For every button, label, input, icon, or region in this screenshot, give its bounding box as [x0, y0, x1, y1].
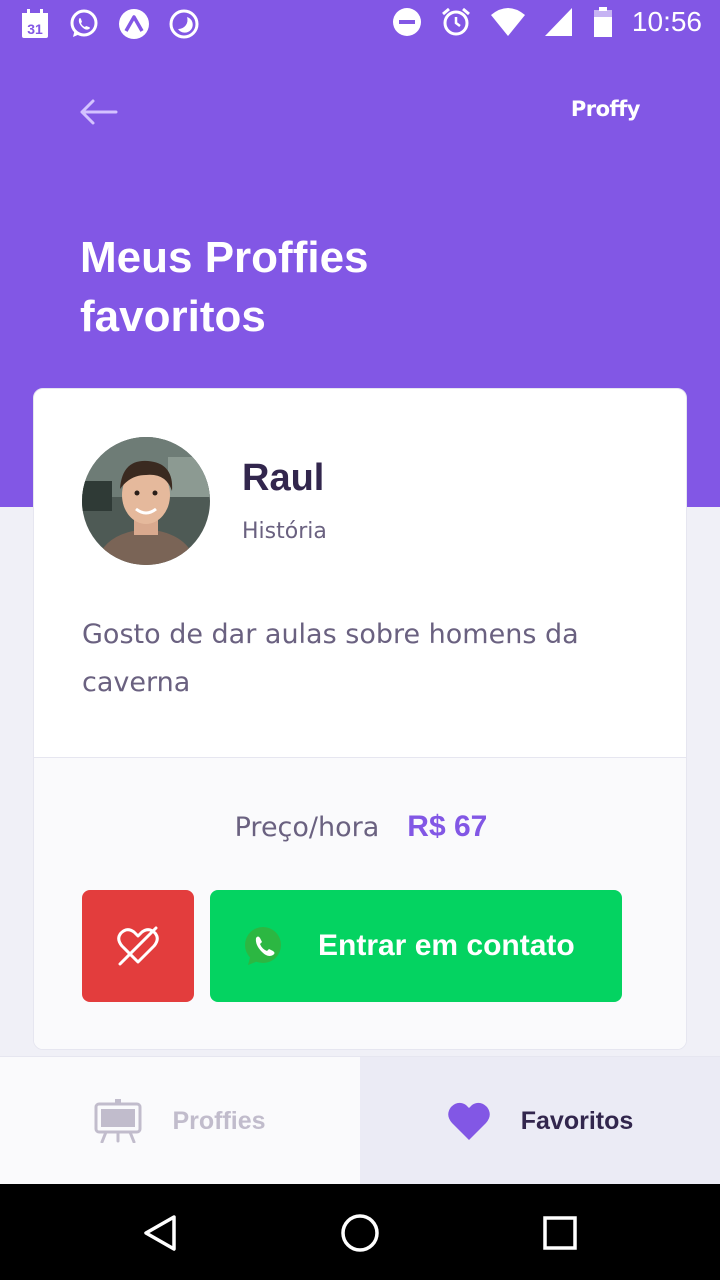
page-title: Meus Proffies favoritos: [80, 233, 369, 341]
arrow-left-icon: [78, 98, 118, 126]
price-row: Preço/hora R$ 67: [34, 810, 686, 844]
easel-icon: [94, 1099, 142, 1143]
expo-icon: [118, 8, 150, 40]
battery-icon: [592, 6, 614, 38]
heart-icon: [447, 1101, 491, 1141]
tab-favoritos[interactable]: Favoritos: [360, 1057, 720, 1185]
moon-icon: [168, 8, 200, 40]
teacher-name: Raul: [242, 457, 325, 499]
teacher-subject: História: [242, 519, 327, 544]
heart-outline-off-icon: [116, 926, 160, 966]
system-nav-bar: [0, 1184, 720, 1280]
home-circle-icon: [339, 1212, 381, 1254]
bottom-tab-bar: Proffies Favoritos: [0, 1056, 720, 1185]
contact-button[interactable]: Entrar em contato: [210, 890, 622, 1002]
nav-recents-button[interactable]: [535, 1208, 585, 1258]
status-time: 10:56: [631, 6, 702, 37]
tab-proffies-label: Proffies: [172, 1106, 266, 1135]
avatar: [82, 437, 210, 565]
status-left-icons: 31: [20, 8, 200, 40]
teacher-bio: Gosto de dar aulas sobre homens da caver…: [82, 619, 579, 698]
teacher-card: Raul História Gosto de dar aulas sobre h…: [33, 388, 687, 1050]
brand-logo: Proffy: [570, 97, 641, 121]
wifi-icon: [490, 7, 526, 37]
back-triangle-icon: [140, 1213, 180, 1253]
contact-button-label: Entrar em contato: [318, 929, 575, 962]
back-button[interactable]: [76, 92, 120, 132]
unfavorite-button[interactable]: [82, 890, 194, 1002]
status-right-icons: 10:56: [392, 6, 702, 38]
price-value: R$ 67: [407, 810, 488, 843]
svg-text:31: 31: [27, 21, 43, 37]
recents-square-icon: [541, 1214, 579, 1252]
calendar-icon: 31: [20, 8, 50, 40]
alarm-icon: [440, 6, 472, 38]
nav-home-button[interactable]: [335, 1208, 385, 1258]
card-footer: Preço/hora R$ 67 Entrar em contato: [34, 757, 686, 1049]
whatsapp-icon: [240, 923, 286, 969]
status-bar: 31 10:56: [0, 0, 720, 50]
price-label: Preço/hora: [234, 812, 380, 843]
do-not-disturb-icon: [392, 7, 422, 37]
nav-back-button[interactable]: [135, 1208, 185, 1258]
tab-favoritos-label: Favoritos: [520, 1106, 634, 1135]
signal-icon: [544, 7, 574, 37]
whatsapp-icon: [68, 8, 100, 40]
tab-proffies[interactable]: Proffies: [0, 1057, 360, 1185]
